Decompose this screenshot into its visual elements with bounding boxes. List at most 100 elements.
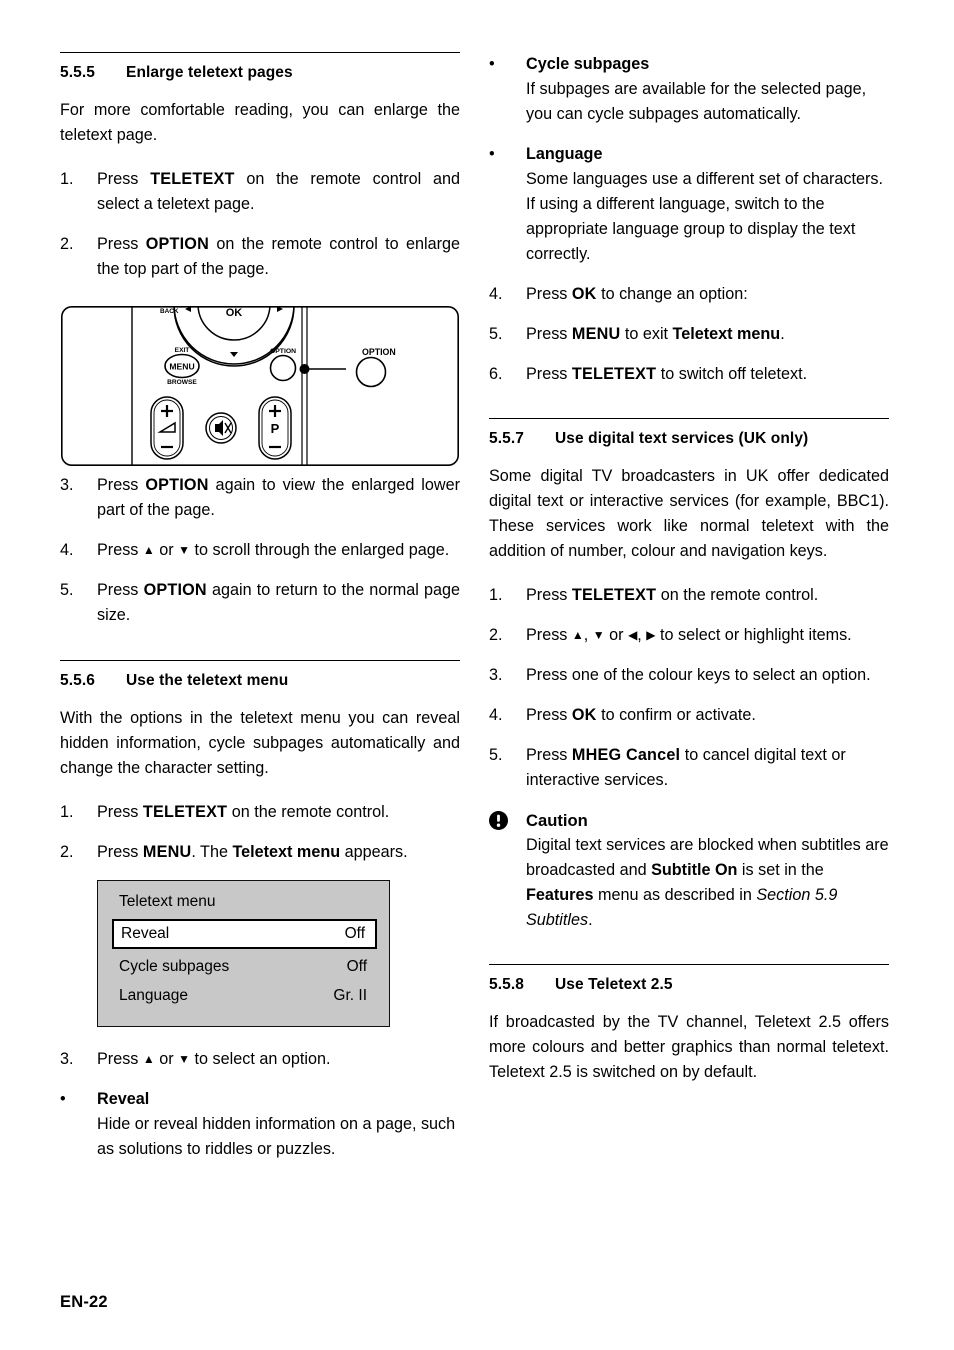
numbered-step: 2. Press ▲, ▼ or ◀, ▶ to select or highli… — [489, 623, 889, 648]
step-number: 5. — [489, 746, 503, 764]
emphasis: Teletext menu — [232, 843, 341, 861]
row-value: Gr. II — [333, 987, 367, 1004]
option-language: • Language Some languages use a differen… — [489, 142, 889, 267]
section-heading-5-5-7: 5.5.7 Use digital text services (UK only… — [489, 430, 889, 448]
step-number: 4. — [489, 706, 503, 724]
section-rule — [60, 660, 460, 661]
text-run: to switch off teletext. — [656, 365, 808, 383]
key-name: OPTION — [143, 581, 207, 599]
ok-label: OK — [226, 307, 243, 319]
text-run: Press — [526, 586, 572, 604]
text-run: to select an option. — [190, 1050, 331, 1068]
section-555-steps-bottom: 3. Press OPTION again to view the enlarge… — [60, 473, 460, 628]
text-run: Press — [97, 581, 144, 599]
step-text: Press OPTION on the remote control to en… — [97, 232, 460, 282]
key-name: OPTION — [145, 235, 209, 253]
text-run: Press — [97, 1050, 143, 1068]
text-run: Press — [97, 235, 146, 253]
text-run: Press — [526, 285, 572, 303]
text-run: Press — [526, 746, 572, 764]
teletext-menu-row-language[interactable]: Language Gr. II — [112, 982, 377, 1010]
numbered-step: 2. Press OPTION on the remote control to … — [60, 232, 460, 282]
option-title: Language — [526, 145, 603, 163]
numbered-step: 5. Press MHEG Cancel to cancel digital te… — [489, 743, 889, 793]
text-run: to confirm or activate. — [596, 706, 756, 724]
text-run: to select or highlight items. — [655, 626, 852, 644]
step-text: Press OPTION again to return to the norm… — [97, 578, 460, 628]
step-text: Press TELETEXT on the remote control and… — [97, 167, 460, 217]
arrow-key-icon: ▲ — [571, 628, 584, 642]
option-title: Reveal — [97, 1090, 150, 1108]
step-text: Press OK to change an option: — [526, 282, 889, 307]
numbered-step: 5. Press OPTION again to return to the no… — [60, 578, 460, 628]
exit-label: EXIT — [175, 347, 190, 354]
text-run: . The — [191, 843, 233, 861]
arrow-key-icon: ◀ — [628, 628, 638, 642]
row-value: Off — [346, 958, 367, 975]
numbered-step: 5. Press MENU to exit Teletext menu. — [489, 322, 889, 347]
key-name: TELETEXT — [571, 365, 657, 383]
row-label: Language — [119, 987, 188, 1004]
text-run: appears. — [340, 843, 408, 861]
key-name: MENU — [142, 843, 192, 861]
step-text: Press ▲ or ▼ to scroll through the enlar… — [97, 538, 460, 563]
step-text: Press TELETEXT on the remote control. — [97, 800, 460, 825]
numbered-step: 6. Press TELETEXT to switch off teletext. — [489, 362, 889, 387]
section-557-intro: Some digital TV broadcasters in UK offer… — [489, 467, 889, 560]
section-556-steps-before: 1. Press TELETEXT on the remote control. 2… — [60, 800, 460, 865]
step-text: Press OPTION again to view the enlarged … — [97, 473, 460, 523]
text-run: on the remote control. — [656, 586, 819, 604]
section-heading-5-5-8: 5.5.8 Use Teletext 2.5 — [489, 976, 889, 994]
option-text: If subpages are available for the select… — [526, 80, 867, 123]
section-rule — [60, 52, 460, 53]
text-run: Press — [526, 626, 572, 644]
teletext-menu-row-reveal[interactable]: Reveal Off — [112, 919, 377, 949]
option-reveal: • Reveal Hide or reveal hidden informati… — [60, 1087, 460, 1162]
arrow-key-icon: ▼ — [592, 628, 605, 642]
teletext-menu-row-cycle-subpages[interactable]: Cycle subpages Off — [112, 953, 377, 981]
callout-dot — [299, 364, 310, 374]
left-column: 5.5.5 Enlarge teletext pages For more co… — [60, 52, 460, 1177]
row-label: Reveal — [121, 925, 170, 942]
text-run: Press — [97, 843, 143, 861]
step-number: 5. — [489, 325, 503, 343]
step-text: Press OK to confirm or activate. — [526, 703, 889, 728]
text-run: to scroll through the enlarged page. — [190, 541, 450, 559]
row-value: Off — [344, 925, 365, 942]
page-footer: EN-22 — [60, 1293, 108, 1311]
step-text: Press MENU to exit Teletext menu. — [526, 322, 889, 347]
option-title: Cycle subpages — [526, 55, 650, 73]
section-556-intro: With the options in the teletext menu yo… — [60, 709, 460, 777]
text-run: Press — [97, 476, 146, 494]
step-number: 2. — [489, 626, 503, 644]
text-run: or — [154, 1050, 179, 1068]
section-title: Use Teletext 2.5 — [555, 976, 673, 993]
emphasis: Subtitle On — [651, 861, 738, 879]
text-run: . — [588, 911, 593, 929]
caution-title: Caution — [526, 811, 588, 830]
section-number: 5.5.6 — [60, 672, 95, 689]
text-run: or — [154, 541, 179, 559]
text-run: Press — [97, 541, 143, 559]
bullet-mark: • — [489, 55, 495, 73]
step-text: Press TELETEXT to switch off teletext. — [526, 362, 889, 387]
arrow-key-icon: ▲ — [142, 543, 155, 557]
arrow-key-icon: ▲ — [142, 1052, 155, 1066]
option-label-callout: OPTION — [362, 347, 396, 357]
key-name: TELETEXT — [150, 170, 235, 188]
section-556-steps-cont: 4. Press OK to change an option: 5. Press M… — [489, 282, 889, 387]
text-run: . — [780, 325, 785, 343]
numbered-step: 3. Press one of the colour keys to select… — [489, 663, 889, 688]
step-number: 1. — [60, 803, 74, 821]
text-run: is set in the — [737, 861, 824, 879]
text-run: menu as described in — [593, 886, 757, 904]
caution-text: Digital text services are blocked when s… — [526, 833, 889, 933]
step-text: Press MHEG Cancel to cancel digital text… — [526, 743, 889, 793]
numbered-step: 1. Press TELETEXT on the remote control. — [60, 800, 460, 825]
bullet-mark: • — [60, 1090, 66, 1108]
section-558-intro: If broadcasted by the TV channel, Telete… — [489, 1013, 889, 1081]
emphasis: Features — [526, 886, 594, 904]
step-number: 1. — [60, 170, 74, 188]
step-text: Press MENU. The Teletext menu appears. — [97, 840, 460, 865]
